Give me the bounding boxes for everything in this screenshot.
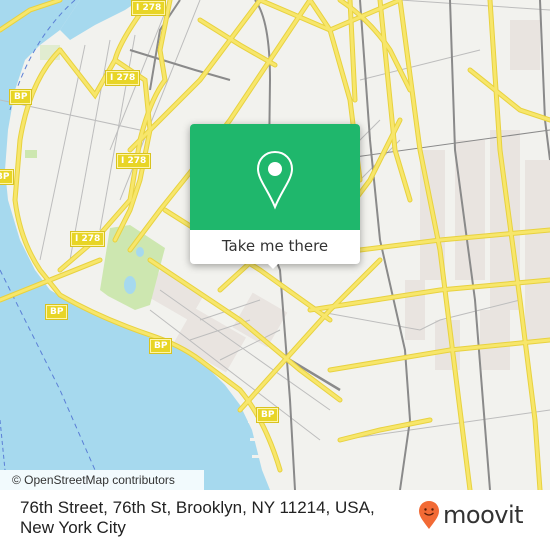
highway-shield-i278: I 278 (104, 70, 141, 86)
highway-shield-i278: I 278 (115, 153, 152, 169)
location-pin-icon (256, 150, 294, 210)
highway-shield-i278: I 278 (69, 231, 106, 247)
address-text: 76th Street, 76th St, Brooklyn, NY 11214… (20, 498, 375, 537)
footer: 76th Street, 76th St, Brooklyn, NY 11214… (0, 490, 550, 550)
moovit-pin-icon (419, 501, 439, 529)
route-shield-bp: BP (255, 407, 280, 423)
map-attribution[interactable]: © OpenStreetMap contributors (0, 470, 204, 490)
highway-shield-i278: I 278 (130, 0, 167, 16)
location-popup: Take me there (190, 124, 360, 269)
moovit-wordmark: moovit (443, 501, 524, 529)
route-shield-bp: BP (44, 304, 69, 320)
route-shield-bp: BP (0, 169, 15, 185)
popup-pointer (264, 260, 282, 269)
map-view[interactable]: I 278 I 278 I 278 I 278 BP BP BP BP BP ©… (0, 0, 550, 490)
take-me-there-button[interactable]: Take me there (190, 230, 360, 264)
route-shield-bp: BP (148, 338, 173, 354)
moovit-logo[interactable]: moovit (418, 500, 524, 530)
popup-header (190, 124, 360, 230)
route-shield-bp: BP (8, 89, 33, 105)
